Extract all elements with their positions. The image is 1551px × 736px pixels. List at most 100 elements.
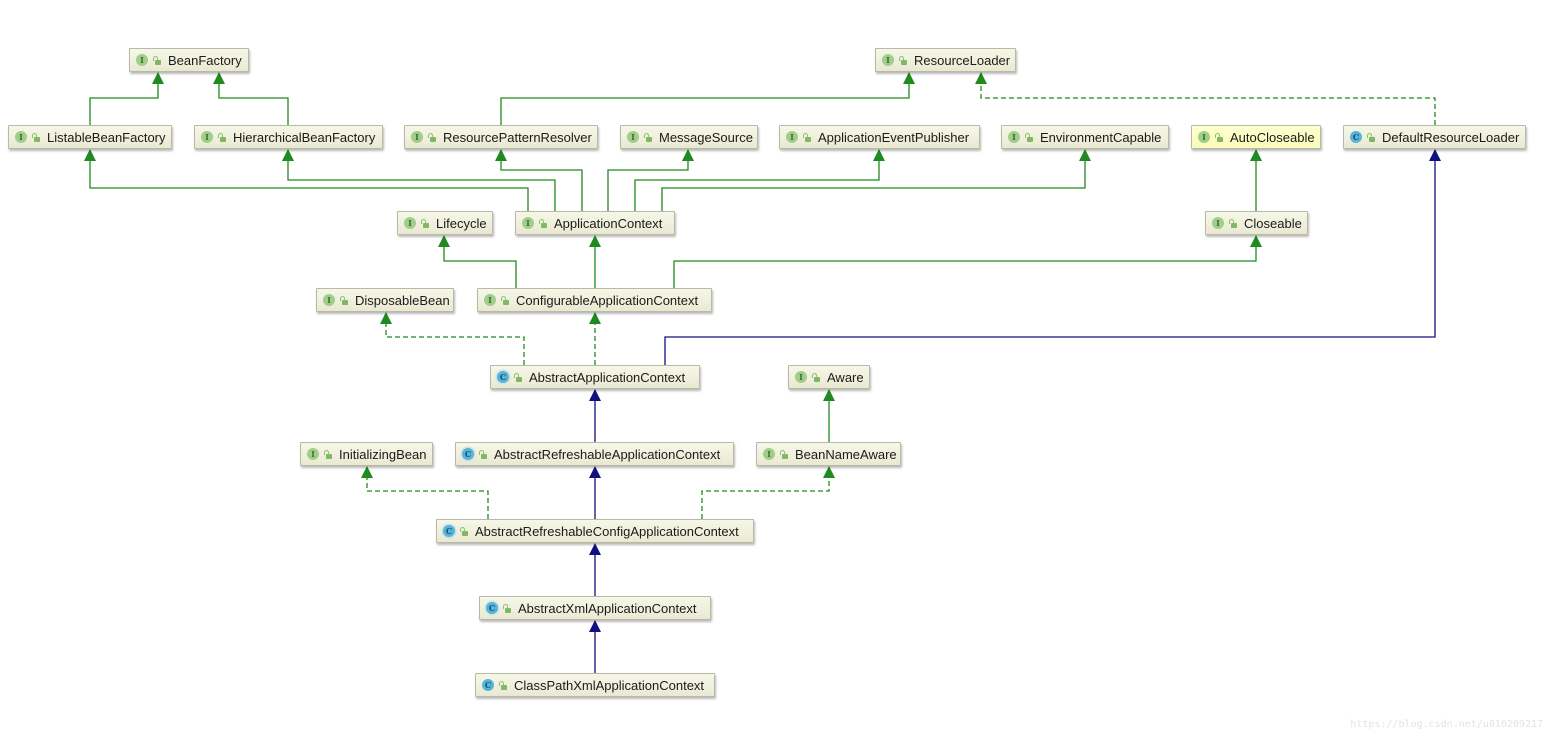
node-label: AutoCloseable: [1230, 129, 1315, 145]
arrowhead-icon: [380, 312, 392, 324]
arrowhead-icon: [1429, 149, 1441, 161]
node-label: Closeable: [1244, 215, 1302, 231]
node-AutoCloseable[interactable]: I AutoCloseable: [1191, 125, 1321, 149]
interface-icon: I: [136, 54, 148, 66]
node-label: BeanFactory: [168, 52, 242, 68]
edge-AbstractRefreshableApplicationContext-to-AbstractApplicationContext: [589, 389, 601, 442]
edge-line: [89, 84, 159, 125]
node-label: ResourceLoader: [914, 52, 1011, 68]
node-ApplicationContext[interactable]: I ApplicationContext: [515, 211, 675, 235]
public-access-icon: [421, 218, 429, 228]
public-access-icon: [218, 132, 226, 142]
node-AbstractRefreshableConfigApplicationContext[interactable]: C AbstractRefreshableConfigApplicationCon…: [436, 519, 754, 543]
node-MessageSource[interactable]: I MessageSource: [620, 125, 758, 149]
node-AbstractXmlApplicationContext[interactable]: C AbstractXmlApplicationContext: [479, 596, 711, 620]
public-access-icon: [514, 372, 522, 382]
arrowhead-icon: [589, 466, 601, 478]
interface-icon: I: [1212, 217, 1224, 229]
arrowhead-icon: [152, 72, 164, 84]
node-DisposableBean[interactable]: I DisposableBean: [316, 288, 454, 312]
node-label: ApplicationContext: [554, 215, 663, 231]
node-label: MessageSource: [659, 129, 753, 145]
interface-icon: I: [627, 131, 639, 143]
node-label: DisposableBean: [355, 292, 450, 308]
node-InitializingBean[interactable]: I InitializingBean: [300, 442, 433, 466]
abstract-class-icon: C: [486, 602, 498, 614]
edge-ConfigurableApplicationContext-to-ApplicationContext: [589, 235, 601, 288]
node-Closeable[interactable]: I Closeable: [1205, 211, 1308, 235]
public-access-icon: [803, 132, 811, 142]
watermark: https://blog.csdn.net/u010209217: [1350, 719, 1543, 730]
edge-line: [661, 161, 1086, 211]
node-ResourceLoader[interactable]: I ResourceLoader: [875, 48, 1016, 72]
arrowhead-icon: [589, 389, 601, 401]
arrowhead-icon: [682, 149, 694, 161]
node-Lifecycle[interactable]: I Lifecycle: [397, 211, 493, 235]
interface-icon: I: [763, 448, 775, 460]
public-access-icon: [479, 449, 487, 459]
edge-DefaultResourceLoader-to-ResourceLoader: [975, 72, 1436, 125]
node-DefaultResourceLoader[interactable]: C DefaultResourceLoader: [1343, 125, 1526, 149]
arrowhead-icon: [589, 235, 601, 247]
node-label: Lifecycle: [436, 215, 487, 231]
node-label: ConfigurableApplicationContext: [516, 292, 699, 308]
node-ResourcePatternResolver[interactable]: I ResourcePatternResolver: [404, 125, 598, 149]
public-access-icon: [1215, 132, 1223, 142]
edge-AbstractApplicationContext-to-ConfigurableApplicationContext: [589, 312, 601, 365]
arrowhead-icon: [823, 389, 835, 401]
node-label: ClassPathXmlApplicationContext: [514, 677, 705, 693]
edge-AbstractRefreshableConfigApplicationContext-to-BeanNameAware: [701, 466, 835, 519]
node-HierarchicalBeanFactory[interactable]: I HierarchicalBeanFactory: [194, 125, 383, 149]
node-label: ResourcePatternResolver: [443, 129, 592, 145]
node-ApplicationEventPublisher[interactable]: I ApplicationEventPublisher: [779, 125, 980, 149]
interface-icon: I: [411, 131, 423, 143]
node-ClassPathXmlApplicationContext[interactable]: C ClassPathXmlApplicationContext: [475, 673, 715, 697]
edge-layer: [84, 72, 1441, 673]
node-Aware[interactable]: I Aware: [788, 365, 870, 389]
arrowhead-icon: [361, 466, 373, 478]
node-label: Aware: [827, 369, 864, 385]
edge-ApplicationContext-to-HierarchicalBeanFactory: [282, 149, 556, 211]
abstract-class-icon: C: [462, 448, 474, 460]
edge-line: [980, 84, 1436, 125]
node-BeanNameAware[interactable]: I BeanNameAware: [756, 442, 901, 466]
node-AbstractApplicationContext[interactable]: C AbstractApplicationContext: [490, 365, 700, 389]
edge-line: [500, 84, 910, 125]
edge-line: [673, 247, 1257, 288]
node-label: EnvironmentCapable: [1040, 129, 1162, 145]
public-access-icon: [1229, 218, 1237, 228]
edge-line: [701, 478, 830, 519]
node-label: HierarchicalBeanFactory: [233, 129, 376, 145]
node-AbstractRefreshableApplicationContext[interactable]: C AbstractRefreshableApplicationContext: [455, 442, 734, 466]
public-access-icon: [899, 55, 907, 65]
arrowhead-icon: [589, 543, 601, 555]
edge-line: [218, 84, 289, 125]
interface-icon: I: [882, 54, 894, 66]
node-EnvironmentCapable[interactable]: I EnvironmentCapable: [1001, 125, 1169, 149]
interface-icon: I: [15, 131, 27, 143]
interface-icon: I: [404, 217, 416, 229]
node-BeanFactory[interactable]: I BeanFactory: [129, 48, 249, 72]
public-access-icon: [812, 372, 820, 382]
edge-line: [500, 161, 583, 211]
public-access-icon: [153, 55, 161, 65]
arrowhead-icon: [1250, 235, 1262, 247]
node-label: DefaultResourceLoader: [1382, 129, 1520, 145]
edge-line: [385, 324, 525, 365]
edge-line: [366, 478, 489, 519]
interface-icon: I: [307, 448, 319, 460]
edge-AbstractXmlApplicationContext-to-AbstractRefreshableConfigApplicationContext: [589, 543, 601, 596]
edge-AbstractRefreshableConfigApplicationContext-to-AbstractRefreshableApplicationContext: [589, 466, 601, 519]
node-ListableBeanFactory[interactable]: I ListableBeanFactory: [8, 125, 172, 149]
arrowhead-icon: [84, 149, 96, 161]
arrowhead-icon: [213, 72, 225, 84]
node-label: ListableBeanFactory: [47, 129, 166, 145]
interface-icon: I: [484, 294, 496, 306]
public-access-icon: [1025, 132, 1033, 142]
arrowhead-icon: [282, 149, 294, 161]
node-ConfigurableApplicationContext[interactable]: I ConfigurableApplicationContext: [477, 288, 712, 312]
edge-ConfigurableApplicationContext-to-Lifecycle: [438, 235, 517, 288]
public-access-icon: [32, 132, 40, 142]
edge-BeanNameAware-to-Aware: [823, 389, 835, 442]
public-access-icon: [340, 295, 348, 305]
